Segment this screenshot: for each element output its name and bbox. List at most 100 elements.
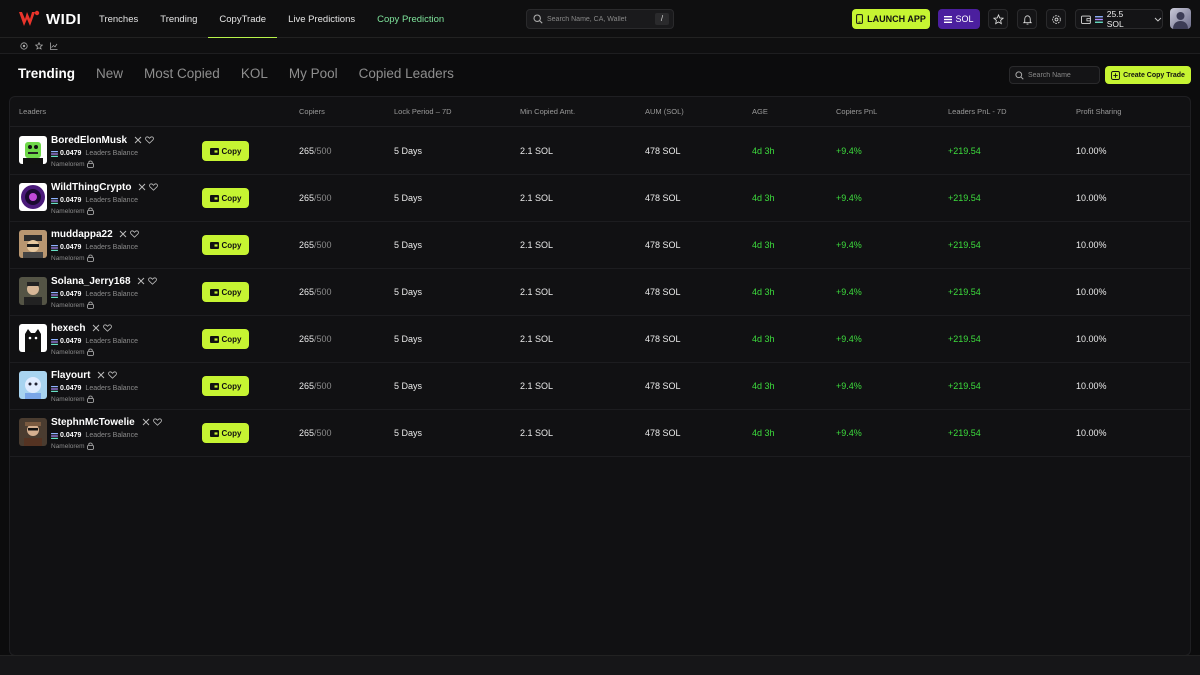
- copy-button[interactable]: Copy: [202, 376, 249, 396]
- leader-avatar[interactable]: [19, 136, 47, 164]
- leader-balance-label: Leaders Balance: [85, 197, 138, 204]
- copy-button[interactable]: Copy: [202, 235, 249, 255]
- leader-name[interactable]: muddappa22: [51, 229, 113, 240]
- copy-button-label: Copy: [221, 240, 242, 250]
- leader-balance-label: Leaders Balance: [85, 244, 138, 251]
- leader-name[interactable]: Solana_Jerry168: [51, 276, 131, 287]
- leader-subtitle-text: Namelorem: [51, 207, 85, 215]
- wallet-balance-button[interactable]: 25.5 SOL: [1075, 9, 1163, 29]
- user-avatar[interactable]: [1170, 8, 1191, 29]
- leader-search: [1009, 66, 1100, 84]
- launch-app-button[interactable]: LAUNCH APP: [852, 9, 930, 29]
- nav-copy-prediction[interactable]: Copy Prediction: [366, 0, 455, 38]
- col-age[interactable]: AGE: [752, 107, 768, 116]
- table-row[interactable]: muddappa22 0.0479 Leaders Balance Namelo…: [10, 222, 1190, 269]
- leader-subtitle-text: Namelorem: [51, 254, 85, 262]
- col-leaders[interactable]: Leaders: [19, 107, 46, 116]
- copy-button[interactable]: Copy: [202, 423, 249, 443]
- leader-subtitle-text: Namelorem: [51, 442, 85, 450]
- x-icon[interactable]: [92, 324, 100, 332]
- lock-period: 5 Days: [394, 193, 423, 203]
- target-icon[interactable]: [20, 41, 28, 50]
- aum-value: 478 SOL: [645, 381, 681, 391]
- nav-trenches[interactable]: Trenches: [88, 0, 149, 38]
- age-value: 4d 3h: [752, 146, 775, 156]
- table-row[interactable]: hexech 0.0479 Leaders Balance Namelorem …: [10, 316, 1190, 363]
- leader-name[interactable]: StephnMcTowelie: [51, 417, 135, 428]
- col-profit-sharing[interactable]: Profit Sharing: [1076, 107, 1121, 116]
- leader-balance-value: 0.0479: [60, 338, 82, 345]
- nav-copytrade[interactable]: CopyTrade: [208, 0, 277, 38]
- profit-sharing: 10.00%: [1076, 428, 1107, 438]
- chain-selector[interactable]: SOL: [938, 9, 980, 29]
- leader-name[interactable]: BoredElonMusk: [51, 135, 127, 146]
- heart-icon[interactable]: [148, 277, 158, 286]
- leader-search-input[interactable]: [1028, 71, 1098, 79]
- table-row[interactable]: BoredElonMusk 0.0479 Leaders Balance Nam…: [10, 128, 1190, 175]
- favorites-button[interactable]: [988, 9, 1008, 29]
- heart-icon[interactable]: [145, 136, 154, 145]
- settings-button[interactable]: [1046, 9, 1066, 29]
- table-row[interactable]: StephnMcTowelie 0.0479 Leaders Balance N…: [10, 410, 1190, 457]
- copy-button[interactable]: Copy: [202, 188, 249, 208]
- logo[interactable]: WIDI: [18, 9, 81, 29]
- tab-trending[interactable]: Trending: [18, 66, 75, 81]
- chevron-down-icon: [1154, 17, 1162, 22]
- copy-button[interactable]: Copy: [202, 141, 249, 161]
- create-copy-trade-button[interactable]: Create Copy Trade: [1105, 66, 1191, 84]
- leader-name[interactable]: Flayourt: [51, 370, 90, 381]
- leader-avatar[interactable]: [19, 371, 47, 399]
- copy-button[interactable]: Copy: [202, 329, 249, 349]
- heart-icon[interactable]: [108, 371, 118, 380]
- leader-avatar[interactable]: [19, 230, 47, 258]
- lock-icon: [86, 348, 94, 356]
- x-icon[interactable]: [134, 136, 142, 144]
- x-icon[interactable]: [137, 277, 145, 285]
- x-icon[interactable]: [138, 183, 146, 191]
- leader-name[interactable]: hexech: [51, 323, 85, 334]
- copiers-pnl: +9.4%: [836, 334, 862, 344]
- tab-kol[interactable]: KOL: [241, 66, 268, 81]
- tab-copied-leaders[interactable]: Copied Leaders: [359, 66, 454, 81]
- chart-icon[interactable]: [50, 42, 58, 50]
- x-icon[interactable]: [97, 371, 105, 379]
- leader-avatar[interactable]: [19, 324, 47, 352]
- tab-most-copied[interactable]: Most Copied: [144, 66, 220, 81]
- leaders-pnl: +219.54: [948, 193, 981, 203]
- nav-live-predictions[interactable]: Live Predictions: [277, 0, 366, 38]
- global-search-input[interactable]: [547, 15, 657, 23]
- heart-icon[interactable]: [149, 183, 159, 192]
- copy-icon: [209, 241, 219, 249]
- col-lock-period[interactable]: Lock Period – 7D: [394, 107, 452, 116]
- table-row[interactable]: Solana_Jerry168 0.0479 Leaders Balance N…: [10, 269, 1190, 316]
- tab-my-pool[interactable]: My Pool: [289, 66, 338, 81]
- leader-avatar[interactable]: [19, 418, 47, 446]
- heart-icon[interactable]: [130, 230, 140, 239]
- table-row[interactable]: WildThingCrypto 0.0479 Leaders Balance N…: [10, 175, 1190, 222]
- leader-avatar[interactable]: [19, 183, 47, 211]
- notifications-button[interactable]: [1017, 9, 1037, 29]
- footer-bar: [0, 655, 1200, 675]
- leader-balance-value: 0.0479: [60, 197, 82, 204]
- tab-new[interactable]: New: [96, 66, 123, 81]
- heart-icon[interactable]: [152, 418, 162, 427]
- col-aum[interactable]: AUM (SOL): [645, 107, 684, 116]
- x-icon[interactable]: [119, 230, 127, 238]
- x-icon[interactable]: [142, 418, 150, 426]
- star-icon[interactable]: [35, 41, 43, 50]
- col-copiers[interactable]: Copiers: [299, 107, 325, 116]
- copy-button-label: Copy: [221, 428, 242, 438]
- solana-icon: [1094, 15, 1103, 23]
- col-copiers-pnl[interactable]: Copiers PnL: [836, 107, 877, 116]
- copiers-value: 265: [299, 381, 315, 391]
- leader-balance: 0.0479 Leaders Balance: [51, 150, 138, 157]
- copy-button[interactable]: Copy: [202, 282, 249, 302]
- leader-name[interactable]: WildThingCrypto: [51, 182, 131, 193]
- nav-trending[interactable]: Trending: [149, 0, 208, 38]
- heart-icon[interactable]: [103, 324, 113, 333]
- table-row[interactable]: Flayourt 0.0479 Leaders Balance Namelore…: [10, 363, 1190, 410]
- leader-avatar[interactable]: [19, 277, 47, 305]
- col-leaders-pnl[interactable]: Leaders PnL - 7D: [948, 107, 1007, 116]
- col-min-copied[interactable]: Min Copied Amt.: [520, 107, 575, 116]
- leader-subtitle-text: Namelorem: [51, 160, 85, 168]
